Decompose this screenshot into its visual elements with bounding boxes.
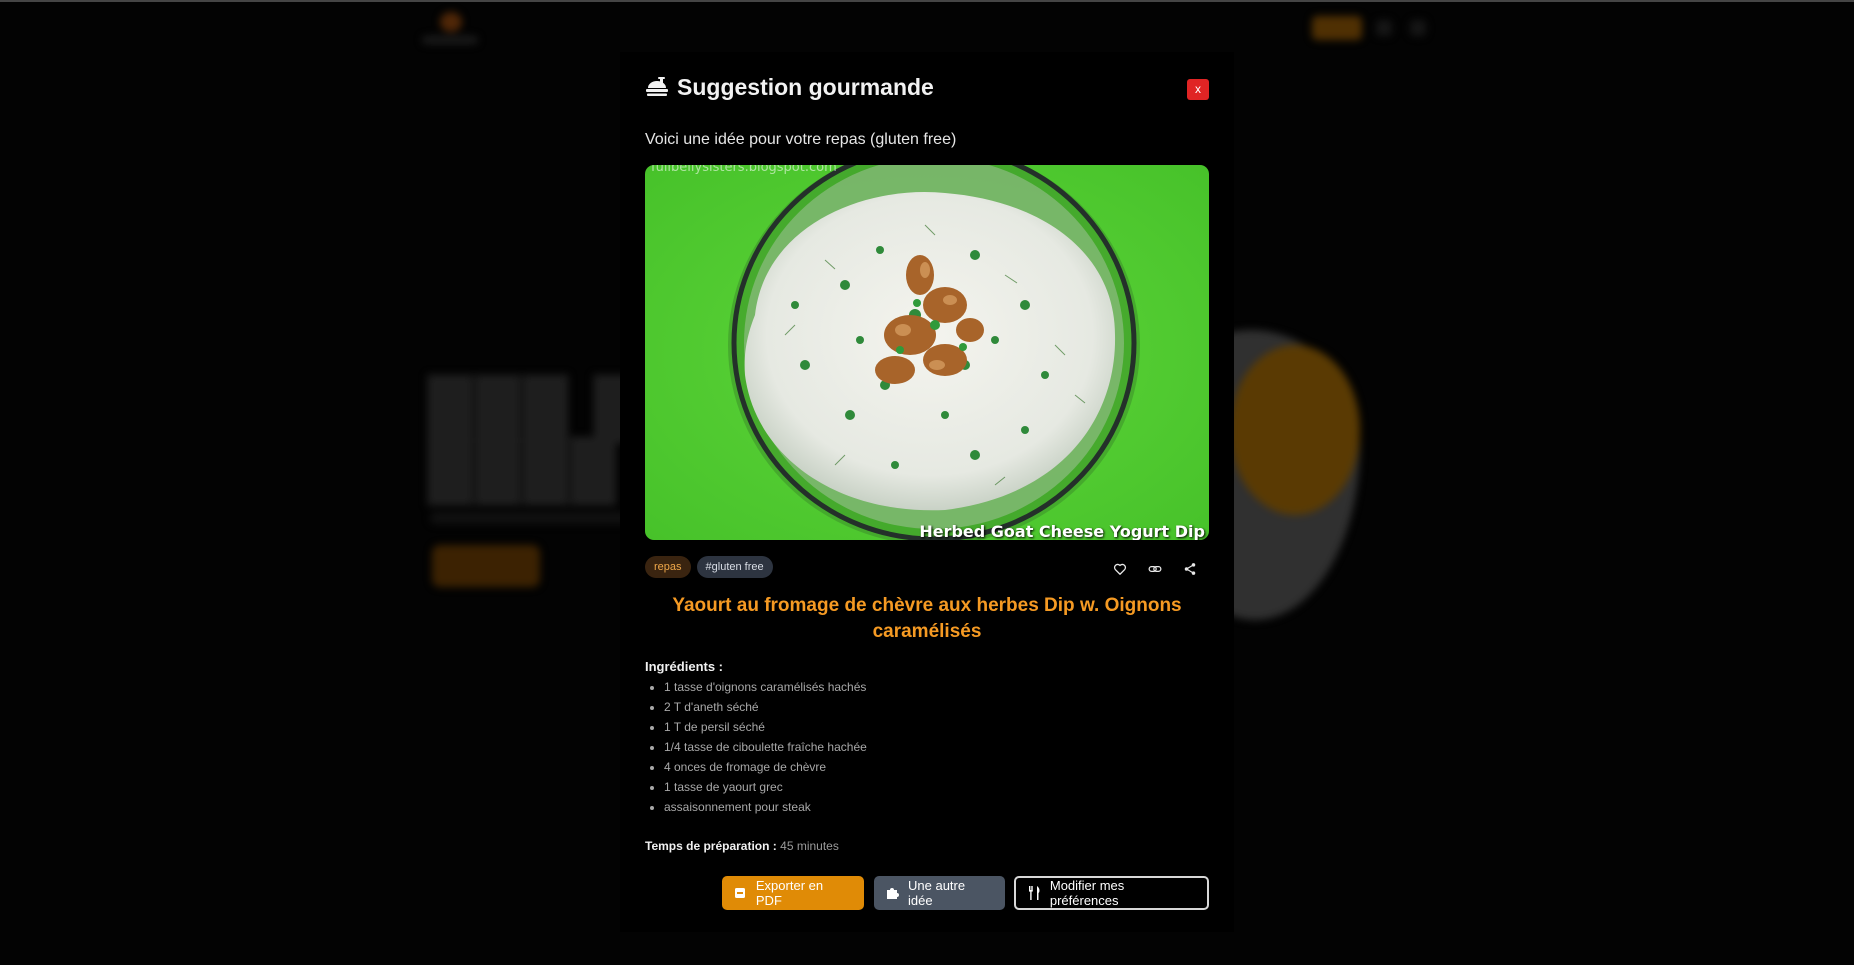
ingredient-item: 1 T de persil séché xyxy=(664,717,867,737)
suggestion-modal: Suggestion gourmande x Voici une idée po… xyxy=(620,52,1234,932)
ingredient-item: 4 onces de fromage de chèvre xyxy=(664,757,867,777)
modal-intro-text: Voici une idée pour votre repas (gluten … xyxy=(645,131,957,148)
edit-preferences-button[interactable]: Modifier mes préférences xyxy=(1014,876,1209,910)
ingredients-list: 1 tasse d'oignons caramélisés hachés 2 T… xyxy=(645,677,867,817)
recipe-tags: repas #gluten free xyxy=(645,556,773,578)
export-pdf-label: Exporter en PDF xyxy=(755,878,824,908)
heart-icon[interactable] xyxy=(1110,559,1129,578)
tag-gluten-free[interactable]: #gluten free xyxy=(696,556,773,578)
modal-header: Suggestion gourmande xyxy=(645,74,934,101)
page-root: ███ ██ ████ ██ Suggestion gourmande x Voi… xyxy=(0,0,1854,965)
image-caption: Herbed Goat Cheese Yogurt Dip xyxy=(919,522,1205,540)
recipe-photo xyxy=(645,165,1209,540)
ingredient-item: assaisonnement pour steak xyxy=(664,797,867,817)
prep-time-label: Temps de préparation : xyxy=(645,839,777,853)
ingredient-item: 1/4 tasse de ciboulette fraîche hachée xyxy=(664,737,867,757)
prep-time-value: 45 minutes xyxy=(780,839,839,853)
export-pdf-button[interactable]: Exporter en PDF xyxy=(722,876,864,910)
image-watermark: fullbellysisters.blogspot.com xyxy=(651,165,837,175)
ingredient-item: 1 tasse de yaourt grec xyxy=(664,777,867,797)
puzzle-icon xyxy=(886,886,900,900)
recipe-actions xyxy=(1110,559,1199,578)
ingredient-item: 1 tasse d'oignons caramélisés hachés xyxy=(664,677,867,697)
another-idea-button[interactable]: Une autre idée xyxy=(874,876,1005,910)
recipe-title: Yaourt au fromage de chèvre aux herbes D… xyxy=(672,595,1182,642)
tag-repas[interactable]: repas xyxy=(645,556,691,578)
ingredients-label: Ingrédients : xyxy=(645,659,724,674)
close-button[interactable]: x xyxy=(1187,79,1209,100)
modal-title: Suggestion gourmande xyxy=(677,74,934,100)
edit-preferences-label: Modifier mes préférences xyxy=(1049,878,1125,908)
recipe-image: fullbellysisters.blogspot.com Herbed Goa… xyxy=(645,165,1209,540)
prep-time: Temps de préparation : 45 minutes xyxy=(645,839,839,853)
pdf-icon xyxy=(734,886,748,900)
food-tray-icon xyxy=(645,75,669,101)
another-idea-label: Une autre idée xyxy=(908,878,966,908)
share-icon[interactable] xyxy=(1180,559,1199,578)
link-icon[interactable] xyxy=(1145,559,1164,578)
utensils-icon xyxy=(1028,886,1042,900)
ingredient-item: 2 T d'aneth séché xyxy=(664,697,867,717)
